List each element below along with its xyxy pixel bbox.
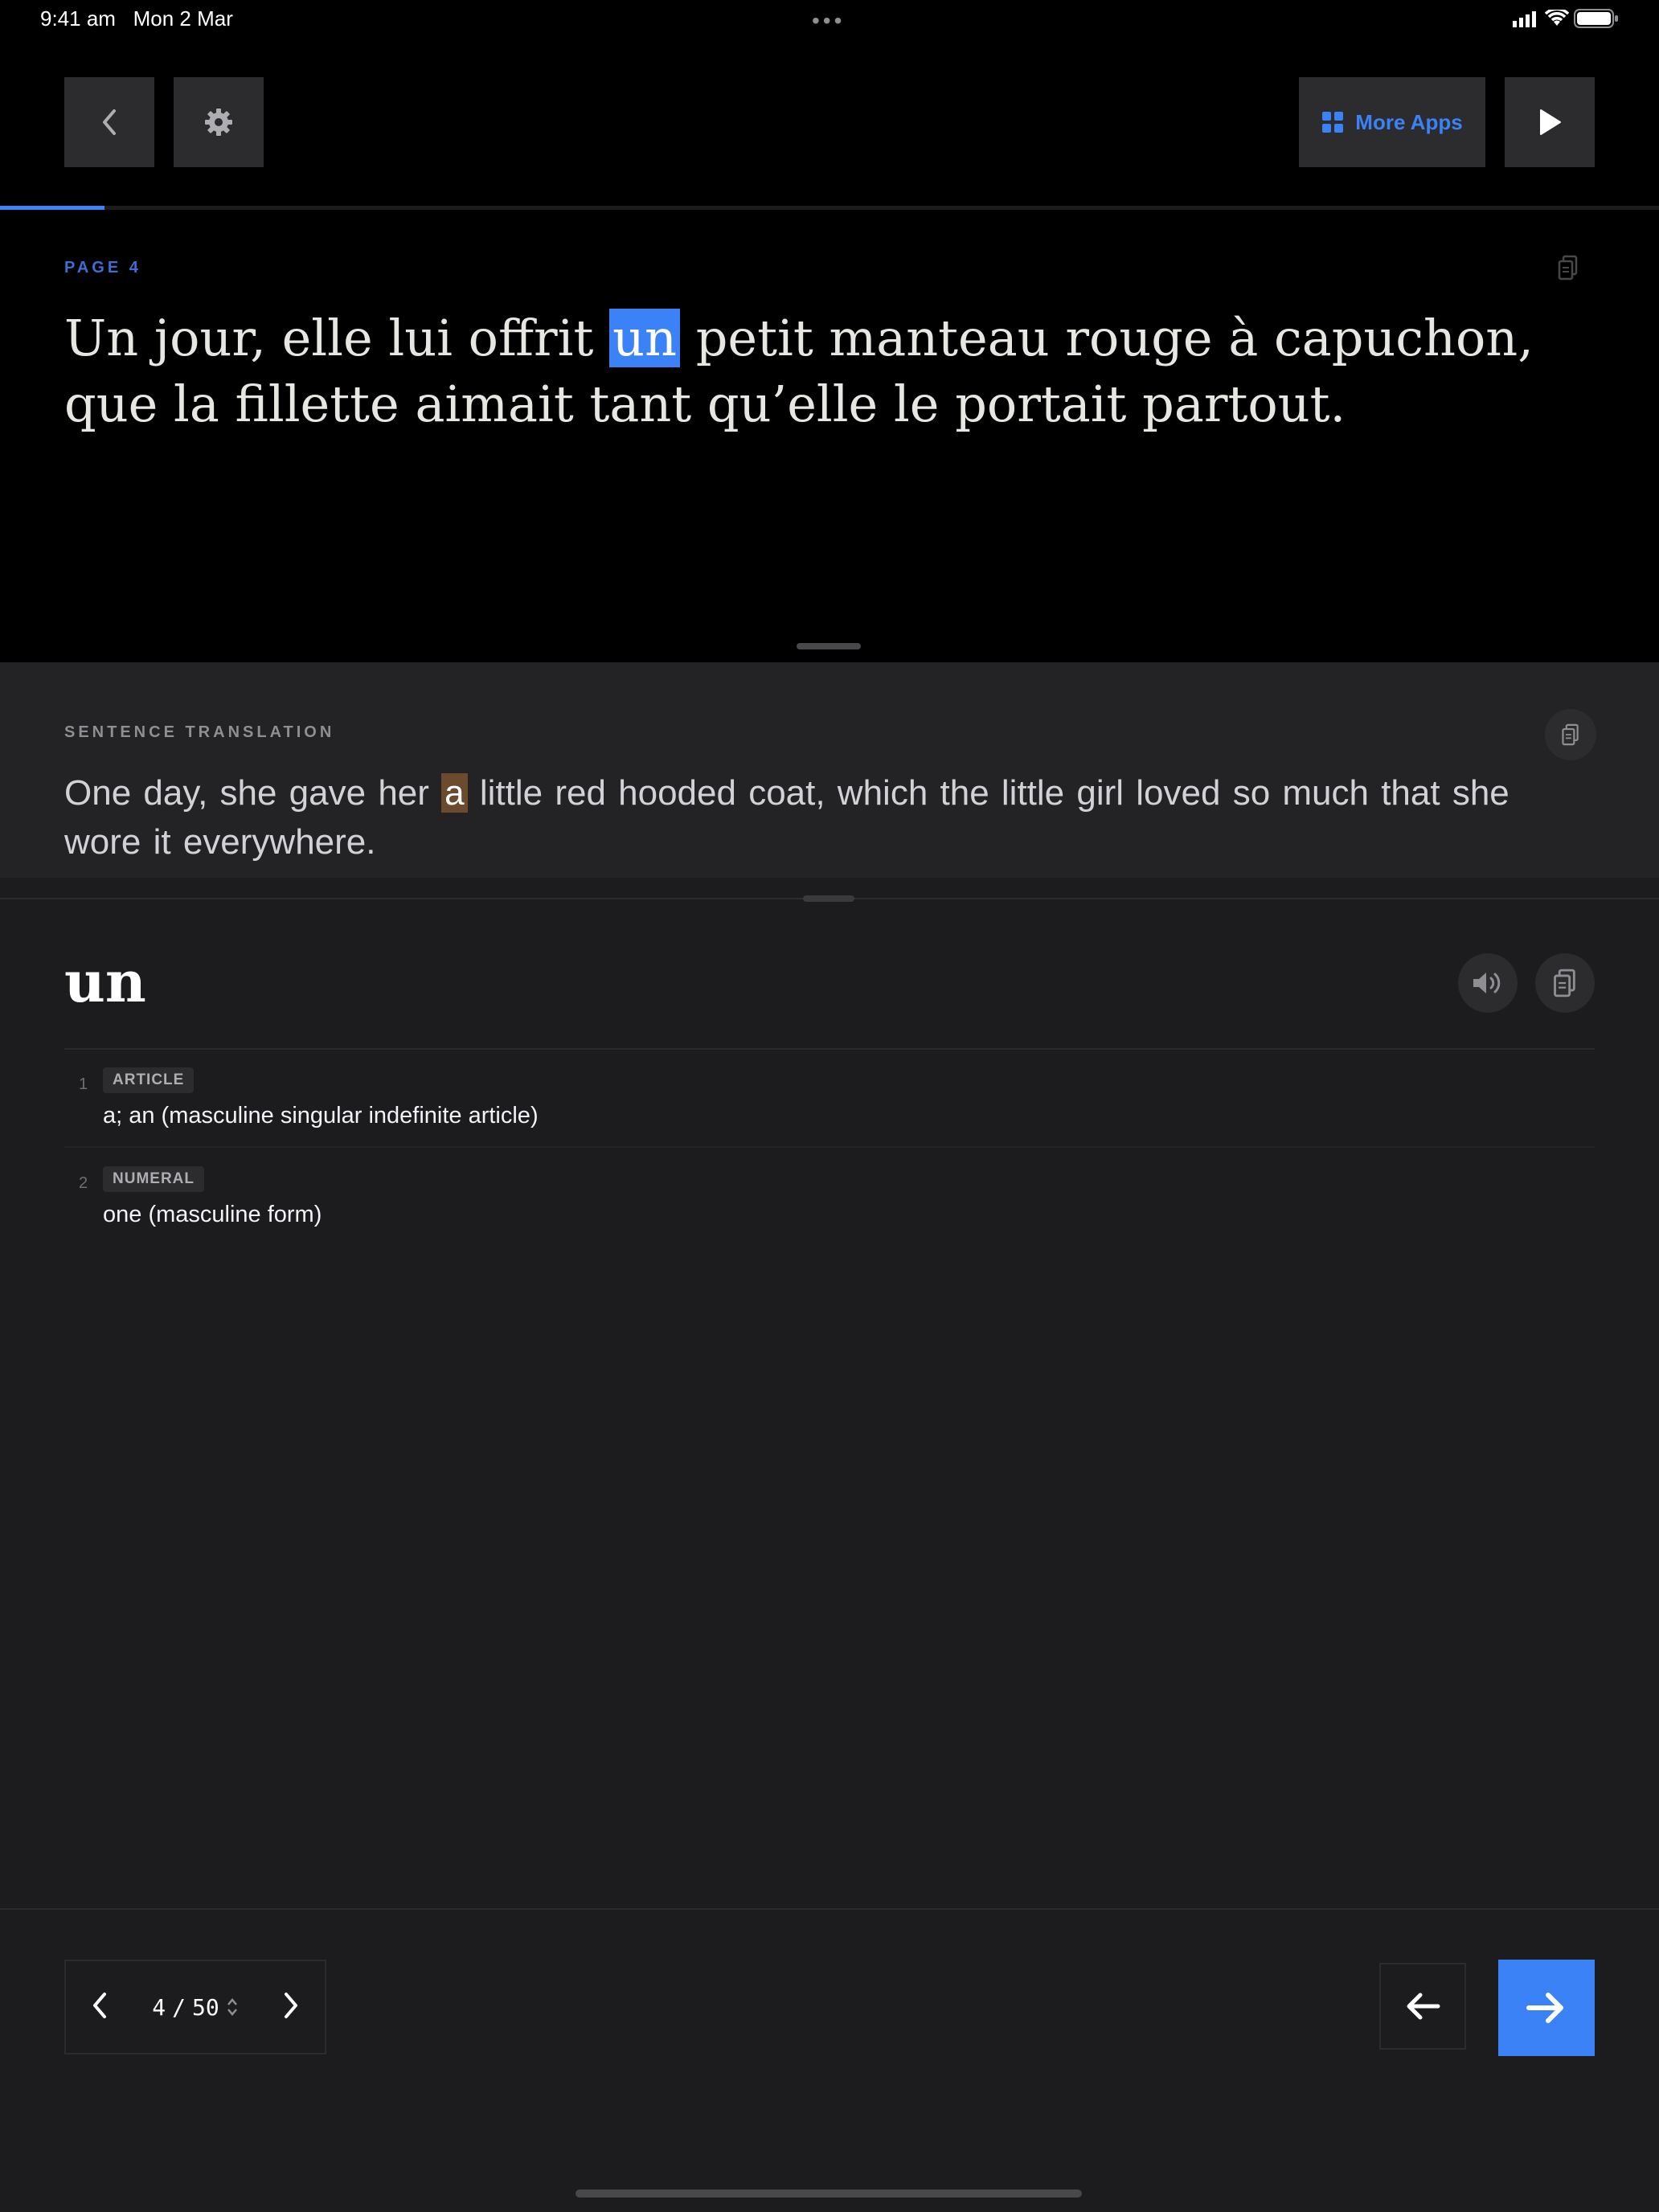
chevron-left-icon [93, 1992, 106, 2018]
battery-icon [1574, 9, 1619, 32]
page-separator: / [172, 1993, 186, 2021]
reading-progress-track [0, 206, 1659, 210]
arrow-right-icon [1526, 1993, 1563, 2023]
definition-sense: 1 ARTICLE a; an (masculine singular inde… [64, 1051, 1595, 1148]
settings-button[interactable] [174, 77, 264, 167]
copy-translation-button[interactable] [1545, 709, 1596, 760]
next-page-button[interactable] [281, 1991, 301, 2024]
next-word-button[interactable] [1498, 1960, 1595, 2056]
panel-grabber[interactable] [797, 643, 861, 649]
previous-word-button[interactable] [1379, 1963, 1466, 2050]
chevron-right-icon [285, 1992, 297, 2018]
copy-word-button[interactable] [1535, 953, 1595, 1013]
status-date: Mon 2 Mar [133, 6, 233, 31]
chevron-left-icon [103, 109, 116, 135]
current-page: 4 [152, 1993, 166, 2021]
more-apps-label: More Apps [1355, 109, 1463, 134]
panel-grabber[interactable] [803, 895, 854, 902]
sense-gloss: a; an (masculine singular indefinite art… [103, 1103, 539, 1129]
wifi-icon [1544, 7, 1570, 31]
definition-divider [64, 1048, 1595, 1050]
speaker-icon [1473, 973, 1501, 993]
headword: un [64, 948, 146, 1015]
translation-label: SENTENCE TRANSLATION [64, 723, 335, 741]
back-button[interactable] [64, 77, 154, 167]
play-button[interactable] [1505, 77, 1595, 167]
translation-segment: One day, she gave her [64, 773, 442, 813]
multitasking-indicator[interactable]: ••• [812, 8, 845, 34]
sentence-text[interactable]: Un jour, elle lui offrit [64, 309, 609, 367]
status-time: 9:41 am Mon 2 Mar [40, 6, 233, 31]
grid-icon [1322, 112, 1344, 133]
home-indicator[interactable] [576, 2189, 1082, 2198]
arrow-left-icon [1407, 1993, 1440, 2020]
gear-icon [205, 109, 232, 136]
chevron-up-down-icon [227, 1998, 237, 2016]
sense-number: 1 [79, 1075, 88, 1093]
copy-icon [1554, 969, 1575, 997]
copy-icon[interactable] [1556, 254, 1580, 285]
part-of-speech-badge: ARTICLE [103, 1067, 195, 1093]
previous-page-button[interactable] [90, 1991, 109, 2024]
page-label: PAGE 4 [64, 259, 141, 276]
reading-progress-fill [0, 206, 105, 210]
source-sentence: Un jour, elle lui offrit un petit mantea… [64, 305, 1591, 437]
translation-text: One day, she gave her a little red hoode… [64, 768, 1591, 866]
part-of-speech-badge: NUMERAL [103, 1166, 204, 1192]
sense-number: 2 [79, 1174, 88, 1192]
translation-highlighted-word: a [441, 773, 468, 813]
cellular-icon [1513, 11, 1540, 31]
page-navigator: 4 / 50 [64, 1960, 326, 2054]
pronounce-button[interactable] [1458, 953, 1518, 1013]
sense-divider [64, 1146, 1595, 1148]
play-icon [1540, 109, 1561, 135]
sense-gloss: one (masculine form) [103, 1202, 322, 1227]
more-apps-button[interactable]: More Apps [1299, 77, 1485, 167]
definition-sense: 2 NUMERAL one (masculine form) [64, 1150, 1595, 1247]
bottom-bar-divider [0, 1908, 1659, 1910]
page-selector[interactable]: 4 / 50 [152, 1994, 238, 2021]
total-pages: 50 [192, 1993, 219, 2021]
selected-word[interactable]: un [609, 309, 680, 367]
copy-icon [1562, 723, 1579, 746]
